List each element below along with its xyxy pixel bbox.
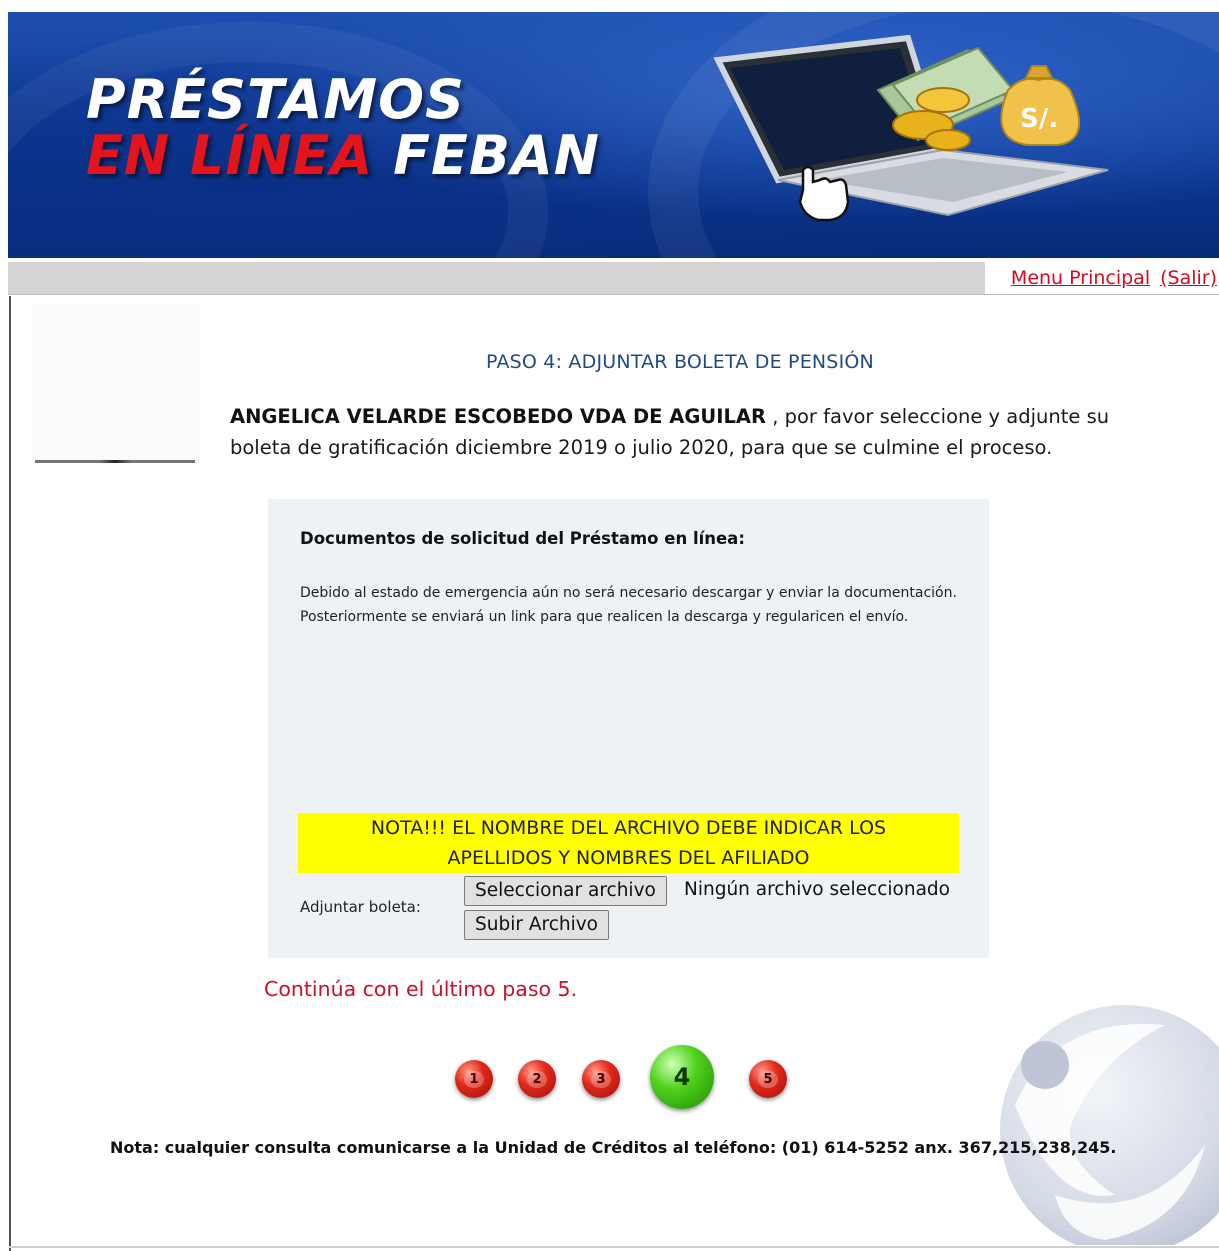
step-1-indicator: 1 — [455, 1060, 493, 1098]
continue-text: Continúa con el último paso 5. — [264, 977, 578, 1001]
banner-title: PRÉSTAMOS EN LÍNEA FEBAN — [86, 72, 600, 184]
step-5-indicator: 5 — [749, 1060, 787, 1098]
header-banner: PRÉSTAMOS EN LÍNEA FEBAN S/. — [8, 12, 1219, 258]
top-nav-bar: Menu Principal (Salir) — [8, 262, 1219, 295]
side-decoration — [32, 304, 200, 464]
step-5-label: 5 — [758, 1070, 778, 1088]
file-status-text: Ningún archivo seleccionado — [684, 879, 950, 900]
step-4-indicator-current: 4 — [650, 1045, 714, 1109]
salir-link[interactable]: (Salir) — [1160, 267, 1217, 289]
intro-text: ANGELICA VELARDE ESCOBEDO VDA DE AGUILAR… — [230, 401, 1150, 463]
side-divider — [35, 460, 195, 463]
documents-panel: Documentos de solicitud del Préstamo en … — [268, 499, 989, 958]
banner-title-line1: PRÉSTAMOS — [86, 68, 465, 131]
attach-label: Adjuntar boleta: — [300, 898, 421, 916]
step-2-label: 2 — [527, 1070, 547, 1088]
step-title: PASO 4: ADJUNTAR BOLETA DE PENSIÓN — [486, 351, 874, 373]
banner-title-red: EN LÍNEA — [86, 124, 374, 187]
step-4-label: 4 — [673, 1063, 691, 1091]
step-2-indicator: 2 — [518, 1060, 556, 1098]
content-bottom-border — [9, 1246, 1219, 1248]
select-file-button[interactable]: Seleccionar archivo — [464, 876, 667, 906]
footer-contact-note: Nota: cualquier consulta comunicarse a l… — [110, 1138, 1117, 1157]
nav-links: Menu Principal (Salir) — [984, 262, 1219, 294]
applicant-name: ANGELICA VELARDE ESCOBEDO VDA DE AGUILAR — [230, 405, 767, 428]
panel-heading: Documentos de solicitud del Préstamo en … — [300, 529, 745, 548]
note-line2: APELLIDOS Y NOMBRES DEL AFILIADO — [447, 847, 810, 869]
laptop-money-illustration: S/. — [713, 34, 1109, 222]
step-3-indicator: 3 — [582, 1060, 620, 1098]
feban-watermark-logo — [1000, 1005, 1219, 1245]
menu-principal-link[interactable]: Menu Principal — [1011, 267, 1150, 289]
step-3-label: 3 — [591, 1070, 611, 1088]
money-bag-label: S/. — [1020, 104, 1058, 134]
content-left-border — [9, 296, 11, 1251]
filename-note: NOTA!!! EL NOMBRE DEL ARCHIVO DEBE INDIC… — [298, 813, 959, 873]
upload-file-button[interactable]: Subir Archivo — [464, 910, 609, 940]
banner-title-line2: EN LÍNEA FEBAN — [86, 128, 600, 184]
banner-title-white: FEBAN — [393, 124, 600, 187]
panel-text: Debido al estado de emergencia aún no se… — [300, 585, 957, 625]
note-line1: NOTA!!! EL NOMBRE DEL ARCHIVO DEBE INDIC… — [370, 817, 887, 839]
step-1-label: 1 — [464, 1070, 484, 1088]
